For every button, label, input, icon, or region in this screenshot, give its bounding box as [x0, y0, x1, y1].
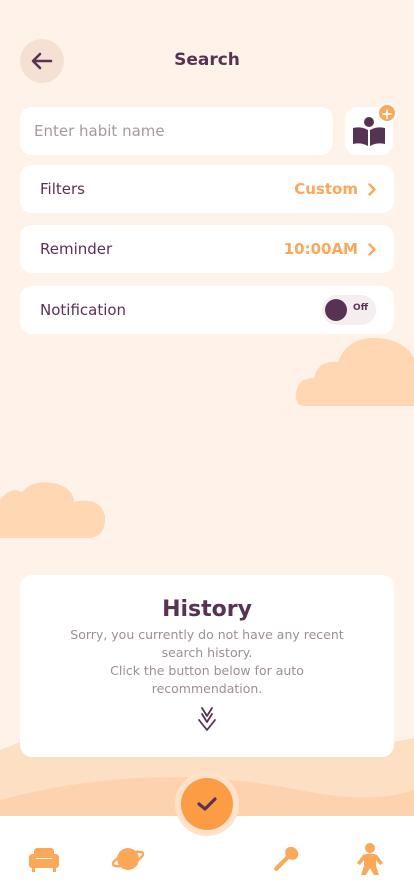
- reminder-value: 10:00AM: [283, 240, 358, 258]
- page-title: Search: [174, 50, 240, 70]
- cloud-left: [0, 482, 106, 538]
- history-message-line1: Sorry, you currently do not have any rec…: [70, 627, 344, 660]
- filters-value: Custom: [294, 180, 358, 198]
- filters-row[interactable]: Filters Custom: [20, 165, 394, 213]
- planet-icon: [112, 848, 144, 870]
- filters-label: Filters: [40, 180, 85, 198]
- nav-home[interactable]: [27, 842, 61, 876]
- confirm-fab-button[interactable]: [181, 778, 233, 830]
- arrow-down-icon: [198, 707, 216, 731]
- header: Search: [0, 0, 414, 120]
- reminder-row[interactable]: Reminder 10:00AM: [20, 225, 394, 273]
- notification-row: Notification Off: [20, 286, 394, 334]
- person-icon: [357, 843, 383, 875]
- checkmark-icon: [197, 797, 217, 811]
- nav-explore[interactable]: [111, 842, 145, 876]
- toggle-state-label: Off: [353, 303, 368, 313]
- chevron-right-icon: [368, 182, 376, 196]
- nav-tools[interactable]: [269, 842, 303, 876]
- history-message: Sorry, you currently do not have any rec…: [62, 626, 352, 698]
- nav-profile[interactable]: [353, 842, 387, 876]
- habit-search-input[interactable]: [20, 107, 333, 155]
- filters-value-group: Custom: [294, 180, 376, 198]
- add-habit-button[interactable]: +: [345, 103, 397, 155]
- toggle-knob: [325, 299, 347, 321]
- reminder-value-group: 10:00AM: [284, 240, 376, 258]
- notification-toggle[interactable]: Off: [322, 295, 376, 325]
- wrench-icon: [274, 846, 299, 871]
- chevron-right-icon: [368, 242, 376, 256]
- history-card: History Sorry, you currently do not have…: [20, 575, 394, 757]
- reminder-label: Reminder: [40, 240, 113, 258]
- cloud-right: [296, 337, 414, 406]
- notification-label: Notification: [40, 301, 127, 319]
- sofa-icon: [29, 848, 59, 872]
- history-title: History: [162, 597, 252, 622]
- history-message-line2: Click the button below for auto recommen…: [110, 663, 304, 696]
- plus-badge-icon: +: [377, 103, 397, 123]
